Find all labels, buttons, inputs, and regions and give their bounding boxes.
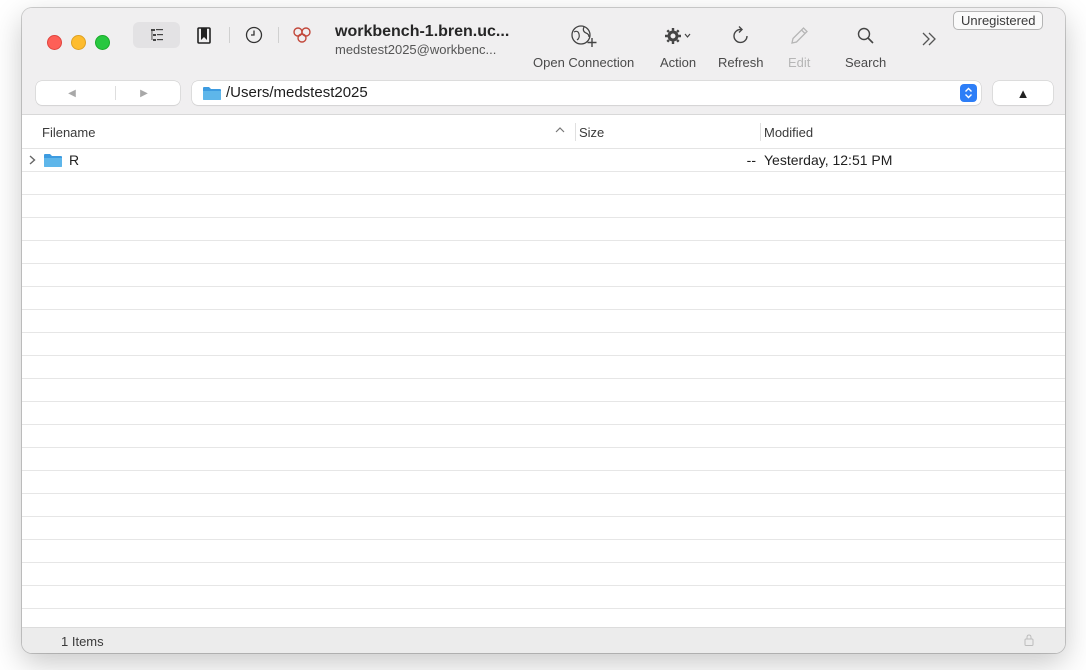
action-button[interactable]: Action	[660, 22, 696, 70]
disclosure-triangle-icon[interactable]	[28, 154, 37, 166]
zoom-window-button[interactable]	[95, 35, 110, 50]
path-selector[interactable]: /Users/medstest2025	[192, 81, 981, 105]
refresh-button[interactable]: Refresh	[718, 22, 764, 70]
current-path: /Users/medstest2025	[226, 84, 368, 101]
item-count: 1 Items	[61, 634, 104, 649]
window-title: workbench-1.bren.uc...	[335, 23, 510, 40]
file-row[interactable]: R -- Yesterday, 12:51 PM	[22, 149, 1065, 172]
column-divider[interactable]	[760, 123, 761, 141]
empty-row	[22, 310, 1065, 333]
empty-row	[22, 379, 1065, 402]
search-icon	[857, 27, 874, 44]
file-name: R	[69, 152, 80, 168]
history-navigation: ◀ ▶	[36, 81, 180, 105]
sort-ascending-icon[interactable]	[554, 124, 566, 136]
empty-row	[22, 264, 1065, 287]
file-list: R -- Yesterday, 12:51 PM	[22, 149, 1065, 632]
empty-row	[22, 425, 1065, 448]
column-modified[interactable]: Modified	[764, 125, 813, 140]
column-size[interactable]: Size	[579, 125, 604, 140]
refresh-icon	[733, 26, 748, 44]
unregistered-button[interactable]: Unregistered	[953, 11, 1044, 30]
refresh-label: Refresh	[718, 55, 764, 70]
empty-row	[22, 586, 1065, 609]
empty-row	[22, 287, 1065, 310]
close-window-button[interactable]	[47, 35, 62, 50]
empty-row	[22, 448, 1065, 471]
browser-window: workbench-1.bren.uc... medstest2025@work…	[22, 8, 1065, 653]
chevron-double-right-icon[interactable]	[918, 26, 940, 52]
connection-title: workbench-1.bren.uc... medstest2025@work…	[335, 23, 525, 57]
chevron-up-down-icon	[965, 87, 972, 99]
column-filename[interactable]: Filename	[42, 125, 95, 140]
action-label: Action	[660, 55, 697, 70]
file-size: --	[746, 152, 756, 168]
bonjour-icon[interactable]	[291, 22, 313, 48]
empty-row	[22, 241, 1065, 264]
globe-plus-icon	[570, 25, 597, 47]
empty-row	[22, 333, 1065, 356]
empty-row	[22, 356, 1065, 379]
empty-row	[22, 402, 1065, 425]
minimize-window-button[interactable]	[71, 35, 86, 50]
toolbar-separator	[278, 27, 279, 43]
back-button[interactable]: ◀	[36, 81, 108, 105]
status-bar: 1 Items	[22, 627, 1065, 653]
window-subtitle: medstest2025@workbenc...	[335, 42, 497, 57]
folder-icon	[44, 154, 62, 167]
empty-row	[22, 540, 1065, 563]
empty-row	[22, 517, 1065, 540]
column-divider[interactable]	[575, 123, 576, 141]
empty-row	[22, 494, 1065, 517]
toolbar-separator	[229, 27, 230, 43]
edit-button[interactable]: Edit	[788, 22, 810, 70]
pencil-icon	[791, 27, 809, 44]
parent-directory-button[interactable]: ▲	[993, 81, 1053, 105]
empty-row	[22, 471, 1065, 494]
empty-row	[22, 563, 1065, 586]
gear-icon	[665, 28, 691, 44]
file-modified: Yesterday, 12:51 PM	[764, 152, 893, 168]
search-label: Search	[845, 55, 887, 70]
folder-icon	[203, 87, 221, 100]
edit-label: Edit	[788, 55, 811, 70]
empty-row	[22, 218, 1065, 241]
forward-button[interactable]: ▶	[108, 81, 180, 105]
history-icon[interactable]	[243, 22, 265, 48]
empty-row	[22, 172, 1065, 195]
open-connection-button[interactable]: Open Connection	[533, 22, 634, 70]
open-connection-label: Open Connection	[533, 55, 635, 70]
search-button[interactable]: Search	[845, 22, 886, 70]
file-list-header: Filename Size Modified	[22, 115, 1065, 149]
path-dropdown-button[interactable]	[960, 84, 977, 102]
outline-view-icon[interactable]	[133, 22, 180, 48]
empty-row	[22, 195, 1065, 218]
bookmark-icon[interactable]	[194, 22, 214, 48]
lock-icon	[1024, 634, 1034, 646]
toolbar-area: workbench-1.bren.uc... medstest2025@work…	[22, 8, 1065, 115]
